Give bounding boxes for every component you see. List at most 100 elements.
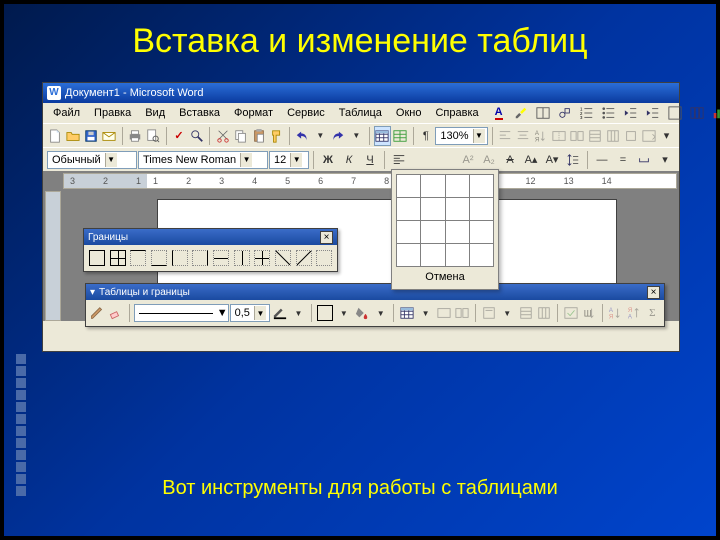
copy-icon[interactable] (232, 126, 249, 146)
line-weight-combo[interactable]: 0,5 ▼ (230, 304, 271, 322)
font-color-icon[interactable]: A (489, 103, 509, 123)
reading-layout-icon[interactable] (533, 103, 553, 123)
border-color-icon[interactable] (271, 303, 288, 323)
subscript-icon[interactable]: A₂ (479, 150, 499, 170)
drawing-icon[interactable] (555, 103, 575, 123)
chevron-down-icon[interactable]: ▼ (217, 307, 228, 319)
vertical-ruler[interactable] (45, 191, 61, 321)
print-icon[interactable] (127, 126, 144, 146)
paste-icon[interactable] (250, 126, 267, 146)
strike-icon[interactable]: A (500, 150, 520, 170)
border-none-icon[interactable] (314, 248, 334, 268)
columns-icon[interactable] (687, 103, 707, 123)
text-direction-icon[interactable]: Ш (580, 303, 597, 323)
new-doc-icon[interactable] (47, 126, 64, 146)
align-left-icon[interactable] (389, 150, 409, 170)
table-autoformat-icon[interactable] (562, 303, 579, 323)
menu-table[interactable]: Таблица (333, 105, 388, 121)
align-center-icon[interactable] (514, 126, 531, 146)
cell-align-icon[interactable] (480, 303, 497, 323)
border-bottom-icon[interactable] (149, 248, 169, 268)
redo-dropdown-icon[interactable]: ▼ (348, 126, 365, 146)
merge-cells-icon[interactable] (550, 126, 567, 146)
border-inside-v-icon[interactable] (232, 248, 252, 268)
line-spacing-icon[interactable] (563, 150, 583, 170)
insert-table-cancel[interactable]: Отмена (396, 267, 494, 285)
border-top-icon[interactable] (128, 248, 148, 268)
distribute-cols-icon[interactable] (535, 303, 552, 323)
research-icon[interactable] (188, 126, 205, 146)
chevron-down-icon[interactable]: ▼ (290, 303, 307, 323)
font-size-combo[interactable]: 12 ▼ (269, 151, 309, 169)
shading-color-icon[interactable] (354, 303, 371, 323)
shrink-font-icon[interactable]: A▾ (542, 150, 562, 170)
chevron-down-icon[interactable]: ▼ (240, 153, 252, 167)
border-diag-up-icon[interactable] (294, 248, 314, 268)
format-painter-icon[interactable] (268, 126, 285, 146)
chevron-down-icon[interactable]: ▼ (335, 303, 352, 323)
bold-button[interactable]: Ж (318, 150, 338, 170)
email-icon[interactable] (101, 126, 118, 146)
underline-button[interactable]: Ч (360, 150, 380, 170)
toolbar-options-icon[interactable]: ▾ (655, 150, 675, 170)
border-left-icon[interactable] (170, 248, 190, 268)
autofit-icon[interactable] (622, 126, 639, 146)
undo-icon[interactable] (294, 126, 311, 146)
menu-view[interactable]: Вид (139, 105, 171, 121)
chevron-down-icon[interactable]: ▼ (290, 153, 302, 167)
border-inside-h-icon[interactable] (211, 248, 231, 268)
menu-format[interactable]: Формат (228, 105, 279, 121)
cut-icon[interactable] (214, 126, 231, 146)
bulleted-list-icon[interactable] (599, 103, 619, 123)
increase-indent-icon[interactable] (643, 103, 663, 123)
split-cells-icon[interactable] (568, 126, 585, 146)
insert-table-icon[interactable] (398, 303, 415, 323)
outside-border-icon[interactable] (316, 303, 334, 323)
insert-table-grid[interactable] (396, 174, 494, 267)
distribute-rows-icon[interactable] (586, 126, 603, 146)
sort-desc-icon[interactable]: ЯА (625, 303, 642, 323)
excel-icon[interactable] (392, 126, 409, 146)
menu-insert[interactable]: Вставка (173, 105, 226, 121)
spellcheck-icon[interactable]: ✓ (170, 126, 187, 146)
superscript-icon[interactable]: A² (458, 150, 478, 170)
menu-tools[interactable]: Сервис (281, 105, 331, 121)
sort-asc-icon[interactable]: AЯ (532, 126, 549, 146)
chevron-down-icon[interactable]: ▼ (254, 306, 266, 320)
borders-icon[interactable] (665, 103, 685, 123)
horizontal-ruler[interactable]: 3 2 1 1234567891011121314 (63, 173, 677, 189)
menu-file[interactable]: Файл (47, 105, 86, 121)
menu-help[interactable]: Справка (429, 105, 484, 121)
sort-asc-icon[interactable]: АЯ (607, 303, 624, 323)
border-right-icon[interactable] (190, 248, 210, 268)
print-preview-icon[interactable] (145, 126, 162, 146)
line-style-combo[interactable]: ▼ (134, 304, 229, 322)
equals-icon[interactable]: = (613, 150, 633, 170)
show-formatting-icon[interactable]: ¶ (417, 126, 434, 146)
split-cells-icon[interactable] (454, 303, 471, 323)
border-outside-icon[interactable] (87, 248, 107, 268)
save-icon[interactable] (83, 126, 100, 146)
borders-toolbar-title[interactable]: Границы × (84, 229, 337, 245)
style-combo[interactable]: Обычный ▼ (47, 151, 137, 169)
decrease-indent-icon[interactable] (621, 103, 641, 123)
redo-icon[interactable] (330, 126, 347, 146)
tables-borders-title[interactable]: ▾Таблицы и границы × (86, 284, 664, 300)
em-dash-icon[interactable]: — (592, 150, 612, 170)
insert-table-icon[interactable] (374, 126, 391, 146)
nbsp-icon[interactable] (634, 150, 654, 170)
highlight-icon[interactable] (511, 103, 531, 123)
numbered-list-icon[interactable]: 123 (577, 103, 597, 123)
menu-window[interactable]: Окно (390, 105, 428, 121)
open-icon[interactable] (65, 126, 82, 146)
chevron-down-icon[interactable]: ▼ (499, 303, 516, 323)
italic-button[interactable]: К (339, 150, 359, 170)
eraser-icon[interactable] (107, 303, 124, 323)
grow-font-icon[interactable]: A▴ (521, 150, 541, 170)
border-inside-icon[interactable] (252, 248, 272, 268)
border-diag-down-icon[interactable] (273, 248, 293, 268)
zoom-combo[interactable]: 130% ▼ (435, 127, 487, 145)
font-combo[interactable]: Times New Roman ▼ (138, 151, 268, 169)
insert-chart-icon[interactable] (709, 103, 720, 123)
chevron-down-icon[interactable]: ▼ (473, 129, 485, 143)
